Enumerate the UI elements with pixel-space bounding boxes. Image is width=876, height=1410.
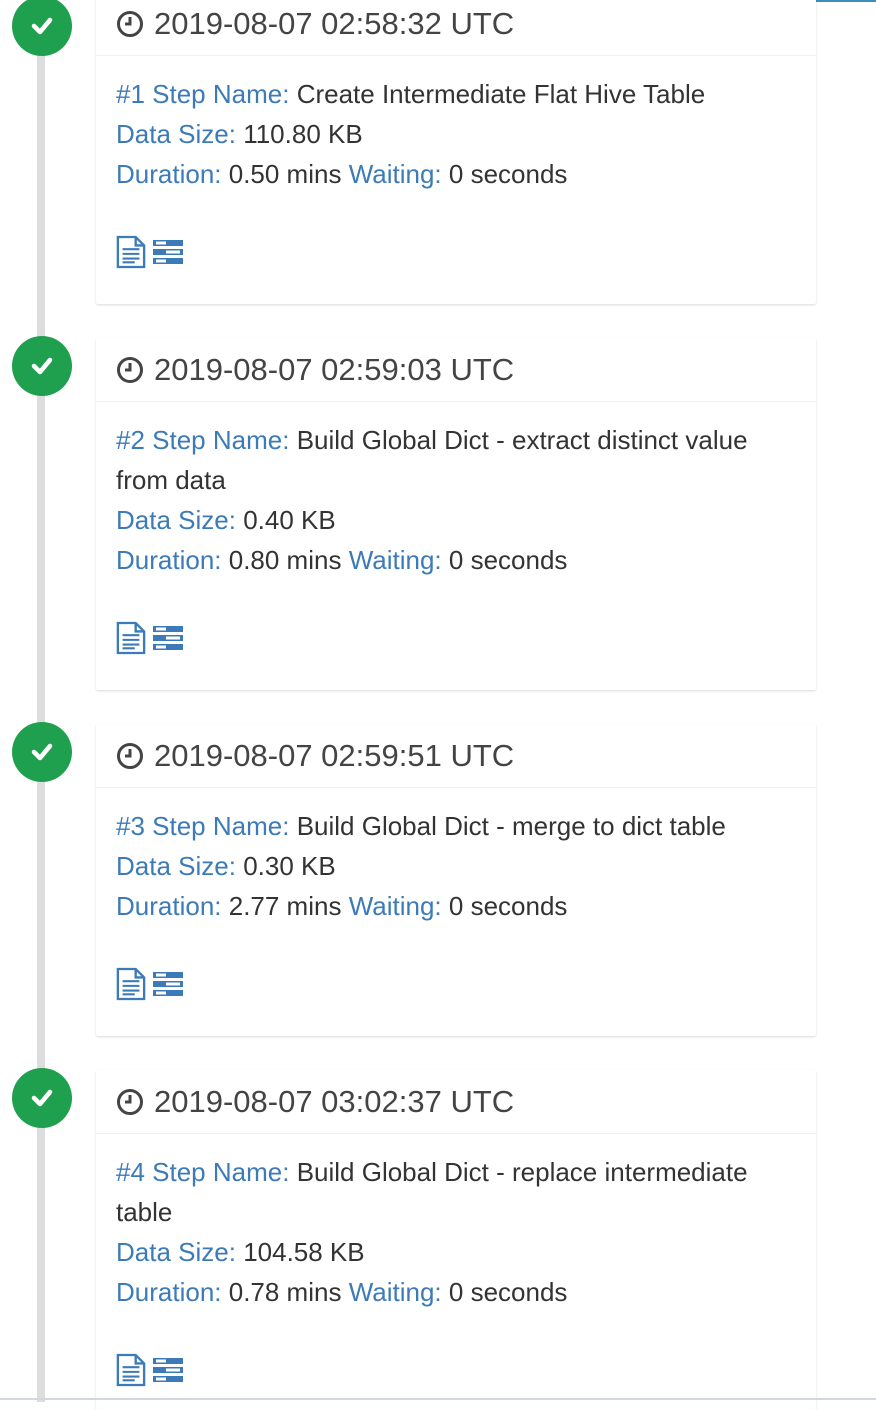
step-time-header: 2019-08-07 03:02:37 UTC <box>96 1070 816 1134</box>
step-status-check-icon <box>12 0 72 56</box>
duration-value: 0.78 mins <box>228 1277 342 1307</box>
waiting-label: Waiting: <box>348 159 442 189</box>
step-timestamp: 2019-08-07 02:58:32 UTC <box>154 5 515 41</box>
data-size-value: 110.80 KB <box>243 119 363 149</box>
waiting-label: Waiting: <box>348 545 442 575</box>
parameters-icon[interactable] <box>152 238 184 266</box>
step-name-line: #1 Step Name: Create Intermediate Flat H… <box>116 74 796 114</box>
log-file-icon[interactable] <box>116 1353 146 1387</box>
duration-label: Duration: <box>116 891 222 921</box>
step-actions <box>116 964 796 1004</box>
duration-label: Duration: <box>116 1277 222 1307</box>
step-card: 2019-08-07 02:58:32 UTC #1 Step Name: Cr… <box>96 0 816 304</box>
waiting-value: 0 seconds <box>448 1277 568 1307</box>
step-time-header: 2019-08-07 02:59:51 UTC <box>96 724 816 788</box>
data-size-line: Data Size: 104.58 KB <box>116 1232 796 1272</box>
step-name-line: #2 Step Name: Build Global Dict - extrac… <box>116 420 796 500</box>
waiting-value: 0 seconds <box>448 545 568 575</box>
step-actions <box>116 1350 796 1390</box>
duration-label: Duration: <box>116 159 222 189</box>
step-timestamp: 2019-08-07 02:59:03 UTC <box>154 351 515 387</box>
step-number: #2 <box>116 425 145 455</box>
step-details: #2 Step Name: Build Global Dict - extrac… <box>96 402 816 678</box>
step-name-value: Build Global Dict - merge to dict table <box>296 811 726 841</box>
waiting-value: 0 seconds <box>448 159 568 189</box>
data-size-value: 0.30 KB <box>243 851 336 881</box>
data-size-line: Data Size: 110.80 KB <box>116 114 796 154</box>
step-timestamp: 2019-08-07 02:59:51 UTC <box>154 737 515 773</box>
duration-line: Duration: 2.77 mins Waiting: 0 seconds <box>116 886 796 926</box>
step-actions <box>116 232 796 272</box>
duration-label: Duration: <box>116 545 222 575</box>
step-actions <box>116 618 796 658</box>
step-card: 2019-08-07 02:59:51 UTC #3 Step Name: Bu… <box>96 724 816 1036</box>
clock-icon <box>116 742 144 770</box>
step-time-header: 2019-08-07 02:58:32 UTC <box>96 0 816 56</box>
step-details: #3 Step Name: Build Global Dict - merge … <box>96 788 816 1024</box>
step-name-label: Step Name: <box>152 1157 290 1187</box>
step-time-header: 2019-08-07 02:59:03 UTC <box>96 338 816 402</box>
data-size-line: Data Size: 0.30 KB <box>116 846 796 886</box>
step-name-line: #3 Step Name: Build Global Dict - merge … <box>116 806 796 846</box>
step-name-label: Step Name: <box>152 811 290 841</box>
step-number: #4 <box>116 1157 145 1187</box>
step-card: 2019-08-07 03:02:37 UTC #4 Step Name: Bu… <box>96 1070 816 1410</box>
waiting-label: Waiting: <box>348 1277 442 1307</box>
step-details: #4 Step Name: Build Global Dict - replac… <box>96 1134 816 1410</box>
duration-value: 0.80 mins <box>228 545 342 575</box>
parameters-icon[interactable] <box>152 1356 184 1384</box>
log-file-icon[interactable] <box>116 621 146 655</box>
clock-icon <box>116 356 144 384</box>
step-status-check-icon <box>12 1068 72 1128</box>
duration-line: Duration: 0.80 mins Waiting: 0 seconds <box>116 540 796 580</box>
duration-value: 0.50 mins <box>228 159 342 189</box>
step-name-label: Step Name: <box>152 79 290 109</box>
data-size-label: Data Size: <box>116 119 236 149</box>
step-number: #3 <box>116 811 145 841</box>
duration-line: Duration: 0.78 mins Waiting: 0 seconds <box>116 1272 796 1312</box>
step-details: #1 Step Name: Create Intermediate Flat H… <box>96 56 816 292</box>
clock-icon <box>116 1088 144 1116</box>
step-timestamp: 2019-08-07 03:02:37 UTC <box>154 1083 515 1119</box>
duration-value: 2.77 mins <box>228 891 342 921</box>
step-card: 2019-08-07 02:59:03 UTC #2 Step Name: Bu… <box>96 338 816 690</box>
data-size-label: Data Size: <box>116 505 236 535</box>
waiting-value: 0 seconds <box>448 891 568 921</box>
parameters-icon[interactable] <box>152 970 184 998</box>
data-size-label: Data Size: <box>116 1237 236 1267</box>
duration-line: Duration: 0.50 mins Waiting: 0 seconds <box>116 154 796 194</box>
data-size-value: 104.58 KB <box>243 1237 365 1267</box>
log-file-icon[interactable] <box>116 967 146 1001</box>
timeline-line <box>37 0 45 1402</box>
step-name-value: Create Intermediate Flat Hive Table <box>296 79 706 109</box>
step-name-label: Step Name: <box>152 425 290 455</box>
waiting-label: Waiting: <box>348 891 442 921</box>
step-name-line: #4 Step Name: Build Global Dict - replac… <box>116 1152 796 1232</box>
bottom-border <box>0 1398 876 1400</box>
step-status-check-icon <box>12 722 72 782</box>
parameters-icon[interactable] <box>152 624 184 652</box>
data-size-line: Data Size: 0.40 KB <box>116 500 796 540</box>
step-number: #1 <box>116 79 145 109</box>
log-file-icon[interactable] <box>116 235 146 269</box>
data-size-label: Data Size: <box>116 851 236 881</box>
clock-icon <box>116 10 144 38</box>
data-size-value: 0.40 KB <box>243 505 336 535</box>
step-status-check-icon <box>12 336 72 396</box>
